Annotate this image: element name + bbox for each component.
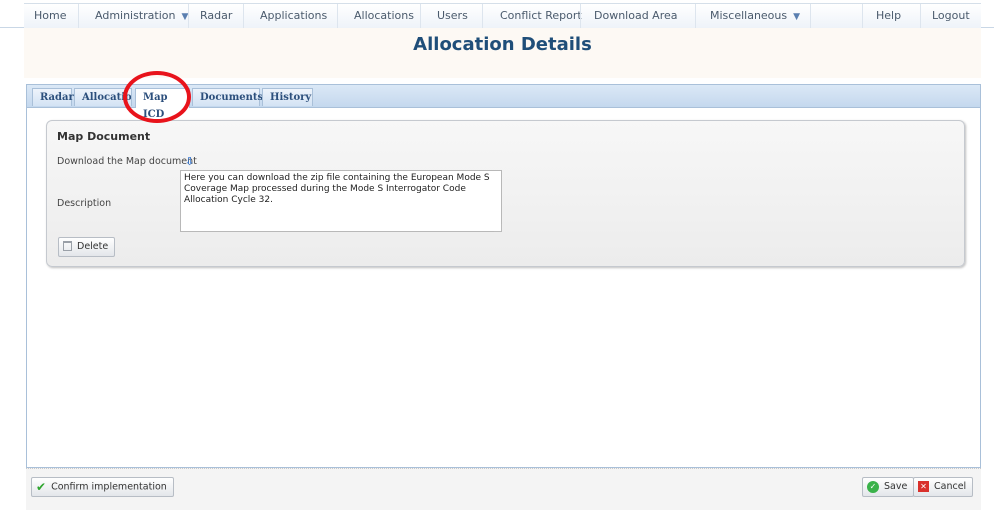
nav-separator [482,4,483,28]
nav-miscellaneous[interactable]: Miscellaneous ▼ [710,4,800,28]
nav-separator [580,4,581,28]
delete-label: Delete [77,241,109,252]
nav-separator [920,4,921,28]
nav-separator [810,4,811,28]
chevron-down-icon: ▼ [793,12,801,22]
trash-icon [63,240,72,251]
description-textarea[interactable]: Here you can download the zip file conta… [180,170,502,232]
tab-documents[interactable]: Documents [192,88,263,106]
tab-map-icd[interactable]: Map ICD [135,88,190,120]
nav-home[interactable]: Home [34,4,66,28]
map-document-section: Map Document Download the Map document ⇩… [46,120,965,267]
tab-history[interactable]: History [262,88,313,106]
bottom-action-bar: ✔ Confirm implementation ✓ Save ✕ Cancel [26,468,981,510]
download-arrow-icon[interactable]: ⇩ [185,155,194,168]
nav-separator [337,4,338,28]
cancel-button[interactable]: ✕ Cancel [913,477,974,497]
tab-bar: Radar Allocatio Map ICD Documents Histor… [27,85,980,120]
nav-conflict-report[interactable]: Conflict Report [500,4,582,28]
save-label: Save [884,481,908,492]
top-navigation-bar: Home Administration ▼ Radar Applications … [24,3,981,28]
nav-separator [862,4,863,28]
page-header: Allocation Details [24,28,981,78]
nav-separator [420,4,421,28]
tab-allocation[interactable]: Allocatio [74,88,132,106]
nav-radar[interactable]: Radar [200,4,232,28]
nav-allocations[interactable]: Allocations [354,4,414,28]
nav-download-area[interactable]: Download Area [594,4,678,28]
checkmark-icon: ✔ [36,480,47,494]
nav-administration[interactable]: Administration ▼ [95,4,188,28]
allocation-panel: Radar Allocatio Map ICD Documents Histor… [26,84,981,468]
nav-separator [78,4,79,28]
save-icon: ✓ [867,480,879,493]
nav-applications[interactable]: Applications [260,4,327,28]
nav-miscellaneous-label: Miscellaneous [710,9,788,22]
nav-separator [695,4,696,28]
cancel-icon: ✕ [918,481,929,492]
page-title: Allocation Details [413,34,592,55]
resize-grip-icon[interactable] [494,224,502,232]
nav-separator [188,4,189,28]
confirm-label: Confirm implementation [51,481,167,493]
nav-users[interactable]: Users [437,4,468,28]
save-button[interactable]: ✓ Save [862,477,915,497]
download-label: Download the Map document [57,156,197,167]
nav-help[interactable]: Help [876,4,901,28]
top-navigation: Home Administration ▼ Radar Applications … [0,3,994,28]
description-label: Description [57,198,112,209]
section-title: Map Document [57,130,151,143]
confirm-implementation-button[interactable]: ✔ Confirm implementation [31,477,174,497]
delete-button[interactable]: Delete [58,237,116,257]
tab-radar[interactable]: Radar [32,88,74,106]
nav-administration-label: Administration [95,9,176,22]
cancel-label: Cancel [934,481,967,492]
nav-separator [243,4,244,28]
nav-logout[interactable]: Logout [932,4,970,28]
